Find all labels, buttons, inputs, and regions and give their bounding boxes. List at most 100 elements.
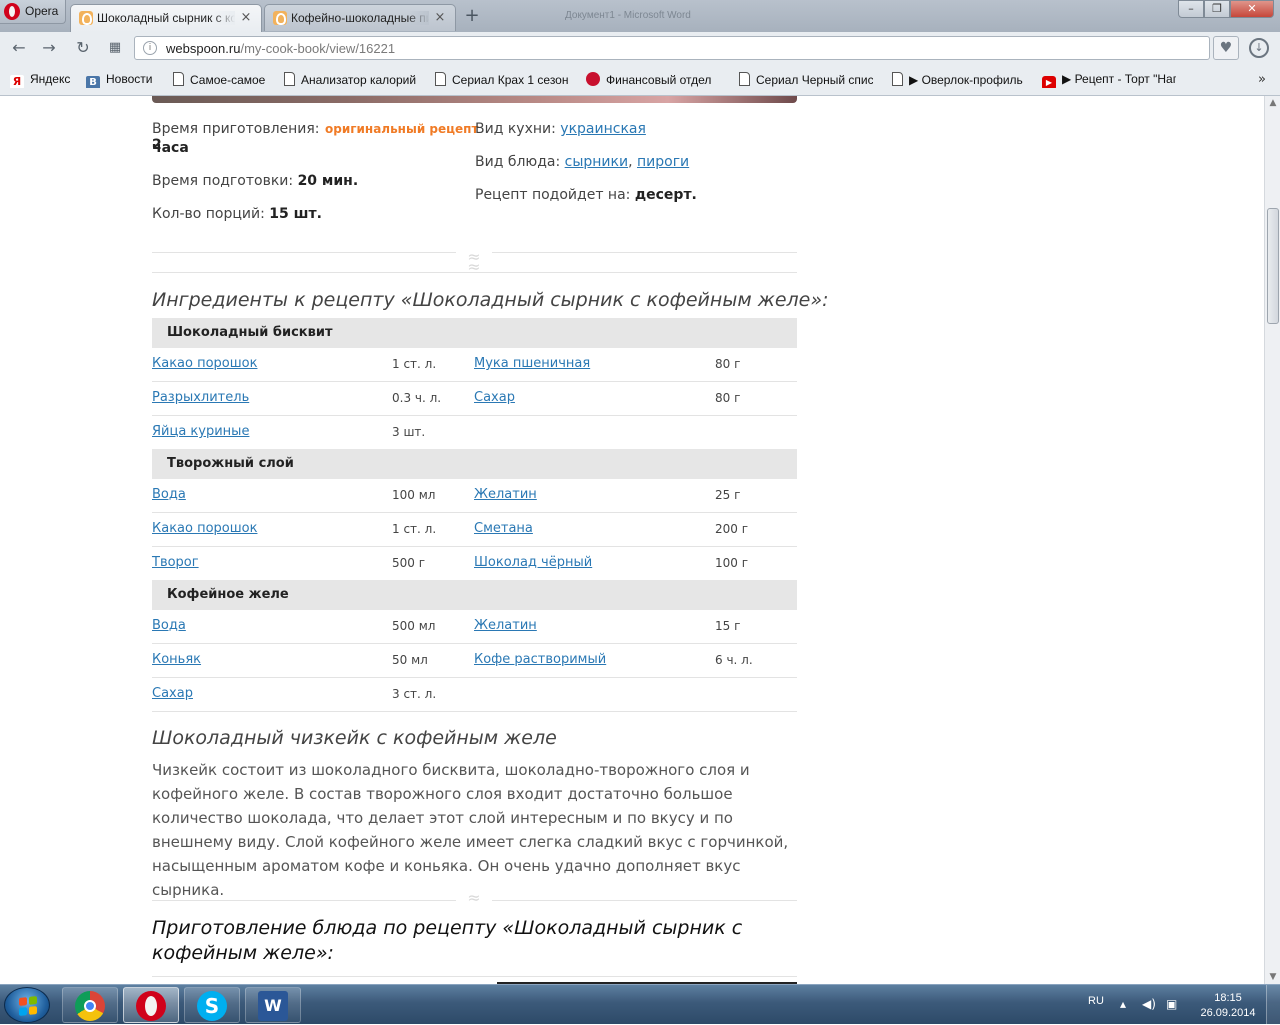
ingredient-amount: 6 ч. л. [715, 653, 753, 667]
taskbar-opera[interactable] [123, 987, 179, 1023]
ingredient-link[interactable]: Мука пшеничная [474, 356, 590, 371]
prep-time: Время подготовки: 20 мин. [152, 173, 358, 189]
language-indicator[interactable]: RU [1088, 995, 1104, 1007]
opera-menu-button[interactable]: Opera [0, 0, 66, 24]
ingredient-row: Какао порошок 1 ст. л. Сметана 200 г [152, 513, 797, 547]
ingredient-amount: 15 г [715, 619, 741, 633]
site-info-icon[interactable]: i [143, 41, 157, 55]
show-desktop-button[interactable] [1266, 985, 1280, 1025]
ingredient-link[interactable]: Вода [152, 618, 186, 633]
ingredient-amount: 500 г [392, 556, 426, 570]
bookmark-overlock[interactable]: ▶ Оверлок-профиль [892, 72, 1026, 88]
bookmark-label: ▶ Рецепт - Торт "Наполеон" [1062, 72, 1176, 86]
taskbar-chrome[interactable] [62, 987, 118, 1023]
bookmark-black-list[interactable]: Сериал Черный список [739, 72, 873, 88]
ingredient-link[interactable]: Разрыхлитель [152, 390, 249, 405]
stash-heart-icon[interactable]: ♥ [1213, 36, 1239, 60]
bookmark-finance[interactable]: Финансовый отдел [586, 72, 720, 88]
windows-logo-icon [19, 996, 37, 1016]
ingredient-link[interactable]: Шоколад чёрный [474, 555, 592, 570]
bookmark-calories[interactable]: Анализатор калорий [284, 72, 418, 88]
dish-type-label: Вид блюда: [475, 154, 561, 170]
ingredient-link[interactable]: Коньяк [152, 652, 201, 667]
cuisine-label: Вид кухни: [475, 121, 556, 137]
tab-coffee-cakes[interactable]: Кофейно-шоколадные пирожные × [264, 4, 456, 31]
address-bar[interactable]: i webspoon.ru/my-cook-book/view/16221 [134, 36, 1210, 60]
downloads-icon[interactable]: ↓ [1249, 38, 1269, 58]
reload-icon[interactable]: ↻ [74, 39, 92, 57]
ingredient-link[interactable]: Желатин [474, 487, 537, 502]
page-viewport: Время приготовления: 2 оригинальный реце… [0, 96, 1264, 984]
taskbar-skype[interactable]: S [184, 987, 240, 1023]
vertical-scrollbar[interactable]: ▲ ▼ [1264, 96, 1280, 984]
ingredient-section-header: Творожный слой [152, 449, 797, 479]
separator-ornament-icon: ≈ [456, 890, 492, 906]
bookmarks-more-chevron-icon[interactable]: » [1258, 72, 1266, 87]
ingredients-title: Ингредиенты к рецепту «Шоколадный сырник… [152, 289, 829, 311]
dish-type-link-syrniki[interactable]: сырники [565, 154, 628, 170]
back-arrow-icon[interactable]: ← [10, 39, 28, 57]
preparation-title: Приготовление блюда по рецепту «Шоколадн… [152, 917, 743, 964]
bookmark-samoe[interactable]: Самое-самое [173, 72, 265, 88]
dish-type: Вид блюда: сырники, пироги [475, 154, 690, 170]
cuisine-link[interactable]: украинская [560, 121, 646, 137]
ingredient-section-header: Шоколадный бисквит [152, 318, 797, 348]
scroll-down-arrow-icon[interactable]: ▼ [1265, 970, 1280, 984]
tab-cheesecake[interactable]: Шоколадный сырник с кофейным желе × [70, 4, 262, 32]
restore-button[interactable]: ❐ [1204, 0, 1230, 18]
ingredient-row: Сахар 3 ст. л. [152, 678, 797, 712]
volume-icon[interactable]: ◀) [1142, 997, 1156, 1011]
taskbar-word[interactable]: W [245, 987, 301, 1023]
cook-time-unit-text: часа [152, 140, 189, 156]
servings: Кол-во порций: 15 шт. [152, 206, 322, 222]
windows-taskbar: S W RU ▴ ◀) ▣ 18:15 26.09.2014 [0, 984, 1280, 1025]
system-clock[interactable]: 18:15 26.09.2014 [1196, 991, 1260, 1021]
opera-logo-icon [4, 3, 20, 20]
ingredient-amount: 80 г [715, 357, 741, 371]
scrollbar-thumb[interactable] [1267, 208, 1279, 324]
bookmarks-bar: Я Яндекс В Новости Самое-самое Анализатор … [0, 64, 1280, 96]
ingredient-amount: 25 г [715, 488, 741, 502]
ingredient-amount: 500 мл [392, 619, 436, 633]
show-hidden-icons-icon[interactable]: ▴ [1120, 997, 1126, 1011]
ingredient-row: Коньяк 50 мл Кофе растворимый 6 ч. л. [152, 644, 797, 678]
bookmark-yandex[interactable]: Я Яндекс [10, 72, 70, 88]
description-text: Чизкейк состоит из шоколадного бисквита,… [152, 761, 789, 899]
ingredient-amount: 1 ст. л. [392, 522, 437, 536]
forward-arrow-icon[interactable]: → [40, 39, 58, 57]
finance-icon [586, 72, 600, 86]
ingredient-amount: 3 шт. [392, 425, 426, 439]
close-tab-icon[interactable]: × [433, 11, 447, 25]
word-icon: W [258, 991, 288, 1021]
close-tab-icon[interactable]: × [239, 11, 253, 25]
bookmark-napoleon[interactable]: ▶ ▶ Рецепт - Торт "Наполеон" [1042, 72, 1176, 88]
ingredient-link[interactable]: Вода [152, 487, 186, 502]
ingredient-amount: 1 ст. л. [392, 357, 437, 371]
network-icon[interactable]: ▣ [1166, 997, 1177, 1011]
ingredient-link[interactable]: Какао порошок [152, 521, 257, 536]
ingredient-link[interactable]: Творог [152, 555, 199, 570]
speed-dial-grid-icon[interactable]: ▦ [106, 39, 124, 57]
cook-time-unit: часа [152, 140, 189, 156]
ingredient-link[interactable]: Сахар [152, 686, 193, 701]
bookmark-news[interactable]: В Новости [86, 72, 152, 88]
ingredient-link[interactable]: Какао порошок [152, 356, 257, 371]
url-text[interactable]: webspoon.ru/my-cook-book/view/16221 [166, 41, 395, 56]
scroll-up-arrow-icon[interactable]: ▲ [1265, 96, 1280, 110]
ingredient-amount: 100 мл [392, 488, 436, 502]
minimize-button[interactable]: – [1178, 0, 1204, 18]
ingredient-link[interactable]: Сметана [474, 521, 533, 536]
new-tab-plus-icon[interactable]: + [462, 6, 482, 26]
start-button[interactable] [4, 987, 50, 1023]
dish-type-link-pirogi[interactable]: пироги [637, 154, 689, 170]
ingredient-link[interactable]: Желатин [474, 618, 537, 633]
window-controls: – ❐ ✕ [1178, 0, 1274, 18]
original-recipe-badge: оригинальный рецепт [325, 122, 479, 136]
close-window-button[interactable]: ✕ [1230, 0, 1274, 18]
tab-bar: Opera Шоколадный сырник с кофейным желе … [0, 0, 1280, 32]
ingredient-link[interactable]: Яйца куриные [152, 424, 249, 439]
bookmark-series-krah[interactable]: Сериал Крах 1 сезон [435, 72, 569, 88]
ingredient-link[interactable]: Кофе растворимый [474, 652, 606, 667]
clock-date: 26.09.2014 [1200, 1007, 1256, 1019]
ingredient-link[interactable]: Сахар [474, 390, 515, 405]
